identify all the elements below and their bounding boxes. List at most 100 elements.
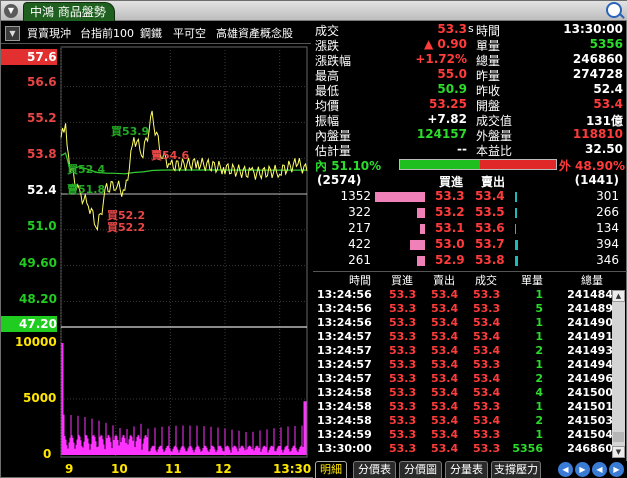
tick-qty: 1 [535, 316, 543, 329]
inner-pct: 51.10% [331, 159, 382, 173]
quote-value: +1.72% [415, 52, 467, 66]
price-label: 49.60 [19, 256, 57, 270]
dropdown-toggle-icon[interactable]: ▼ [5, 26, 20, 41]
nav-next-icon[interactable]: ▶ [575, 462, 590, 477]
toolbar-item-top100[interactable]: 台指前100 [80, 25, 134, 41]
toolbar-item-concept[interactable]: 高雄資產概念股 [216, 25, 293, 41]
tick-price: 53.4 [473, 316, 501, 329]
ask-bar [515, 208, 517, 218]
quote-window: ▼ 中鴻 商品盤勢 ▼ 買賣現沖 台指前100 鋼鐵 平可空 高雄資產概念股 買… [0, 0, 627, 478]
tick-row: 13:24:58 53.3 53.4 53.3 1 241501 [313, 400, 613, 414]
order-book-row: 422 53.0 53.7 394 [313, 237, 627, 253]
tick-price: 53.4 [473, 386, 501, 399]
tick-qty: 4 [535, 386, 543, 399]
trade-annotation: 買52.4 [67, 163, 105, 176]
tab-price-table[interactable]: 分價表 [353, 461, 396, 478]
toolbar-item-day-trade[interactable]: 買賣現沖 [27, 25, 71, 41]
tab-volume-table[interactable]: 分量表 [445, 461, 488, 478]
tick-qty: 1 [535, 330, 543, 343]
window-menu-icon[interactable]: ▼ [4, 4, 18, 18]
tab-price-chart[interactable]: 分價圖 [399, 461, 442, 478]
tick-qty: 5356 [512, 442, 543, 455]
tick-time: 13:24:58 [317, 400, 372, 413]
bid-qty: 322 [348, 205, 371, 219]
toolbar: ▼ 買賣現沖 台指前100 鋼鐵 平可空 高雄資產概念股 [1, 22, 311, 44]
tick-header-total: 總量 [581, 274, 603, 287]
inner-label: 內 [315, 159, 328, 173]
outer-pct: 48.90% [575, 159, 625, 173]
tick-ask: 53.4 [431, 302, 459, 315]
tick-scrollbar[interactable]: ▲ ▼ [612, 290, 625, 458]
window-title-tab[interactable]: 中鴻 商品盤勢 [23, 2, 115, 21]
bid-bar [420, 224, 425, 234]
tick-row: 13:24:57 53.3 53.4 53.4 1 241491 [313, 330, 613, 344]
bid-qty: 261 [348, 253, 371, 267]
quote-value: 55.0 [437, 67, 467, 81]
tick-total: 241501 [567, 400, 613, 413]
volume-label: 5000 [23, 391, 57, 405]
scroll-down-icon[interactable]: ▼ [612, 446, 625, 458]
tick-bid: 53.3 [389, 414, 417, 427]
toolbar-item-steel[interactable]: 鋼鐵 [140, 25, 162, 41]
tick-ask: 53.4 [431, 442, 459, 455]
tick-price: 53.4 [473, 414, 501, 427]
scroll-up-icon[interactable]: ▲ [612, 290, 625, 302]
ask-qty: 266 [596, 205, 619, 219]
tick-ask: 53.4 [431, 372, 459, 385]
price-label: 53.8 [27, 147, 57, 161]
tick-bid: 53.3 [389, 330, 417, 343]
ask-bar [515, 192, 517, 202]
nav-last-icon[interactable]: ▶ [609, 462, 624, 477]
tick-time: 13:24:56 [317, 316, 372, 329]
tick-bid: 53.3 [389, 316, 417, 329]
tick-qty: 5 [535, 302, 543, 315]
toolbar-item-short[interactable]: 平可空 [173, 25, 206, 41]
time-label: 12 [215, 462, 232, 476]
time-label: 9 [65, 462, 74, 476]
tick-header-price: 成交 [475, 274, 497, 287]
scroll-thumb[interactable] [613, 432, 624, 442]
ratio-bar-inner [400, 160, 480, 169]
zoom-in-icon[interactable] [606, 2, 622, 18]
ask-qty: 346 [596, 253, 619, 267]
chart-grid [60, 46, 308, 458]
tick-total: 241493 [567, 344, 613, 357]
tick-row: 13:24:57 53.3 53.4 53.4 2 241496 [313, 372, 613, 386]
tick-time: 13:24:57 [317, 358, 372, 371]
tick-total: 241490 [567, 316, 613, 329]
tab-support-resistance[interactable]: 支撐壓力 [491, 461, 541, 478]
bid-bar [417, 208, 425, 218]
time-label: 11 [165, 462, 182, 476]
order-book-row: 261 52.9 53.8 346 [313, 253, 627, 269]
tick-price: 53.3 [473, 288, 501, 301]
tick-bid: 53.3 [389, 442, 417, 455]
tick-price: 53.3 [473, 400, 501, 413]
tick-ask: 53.4 [431, 288, 459, 301]
tick-row: 13:24:56 53.3 53.4 53.4 1 241490 [313, 316, 613, 330]
tick-total: 241484 [567, 288, 613, 301]
ask-qty: 394 [596, 237, 619, 251]
ask-bar [515, 240, 518, 250]
nav-prev-icon[interactable]: ◀ [558, 462, 573, 477]
order-book: (2574) 買進 賣出 (1441) 1352 53.3 53.4 301 322 53… [313, 173, 627, 269]
bid-price: 53.2 [435, 205, 465, 219]
bid-price: 53.1 [435, 221, 465, 235]
tab-detail[interactable]: 明細 [315, 461, 347, 478]
tick-ask: 53.4 [431, 428, 459, 441]
tick-time: 13:24:56 [317, 288, 372, 301]
tick-bid: 53.3 [389, 386, 417, 399]
tick-total: 241500 [567, 386, 613, 399]
tick-time: 13:24:57 [317, 372, 372, 385]
ask-bar [515, 224, 516, 234]
ask-qty: 134 [596, 221, 619, 235]
intraday-chart[interactable]: 買53.9 賣54.6 買52.4 賣51.8 買52.2 買52.2 57.6 56.6… [1, 45, 311, 477]
tick-price: 53.3 [473, 442, 501, 455]
ask-bar [515, 256, 518, 266]
trade-annotation: 賣51.8 [66, 182, 105, 196]
outer-label: 外 [558, 159, 571, 173]
nav-first-icon[interactable]: ◀ [592, 462, 607, 477]
volume-label: 0 [43, 447, 52, 461]
tick-total: 241494 [567, 358, 613, 371]
tick-time: 13:30:00 [317, 442, 372, 455]
tick-price: 53.4 [473, 330, 501, 343]
